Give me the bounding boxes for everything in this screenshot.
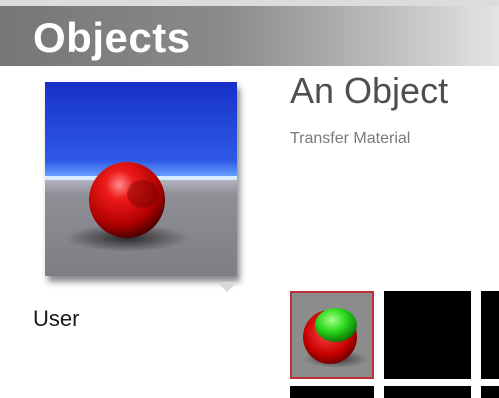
material-slot-empty[interactable] <box>481 386 499 398</box>
material-preview[interactable] <box>45 82 237 276</box>
red-green-sphere-icon <box>292 293 372 377</box>
material-preview-icon <box>45 82 237 276</box>
preview-dropdown-caret-icon[interactable] <box>217 282 237 292</box>
page-title: Objects <box>33 14 191 61</box>
header-bar: Objects <box>0 0 499 66</box>
material-slot-empty[interactable] <box>384 386 471 398</box>
material-slot-empty[interactable] <box>384 291 471 379</box>
object-subtitle: Transfer Material <box>290 130 411 147</box>
material-slot-selected[interactable] <box>290 291 374 379</box>
object-name: An Object <box>290 70 449 111</box>
material-slot-empty[interactable] <box>481 291 499 379</box>
user-label: User <box>33 306 80 331</box>
material-slot-empty[interactable] <box>290 386 374 398</box>
